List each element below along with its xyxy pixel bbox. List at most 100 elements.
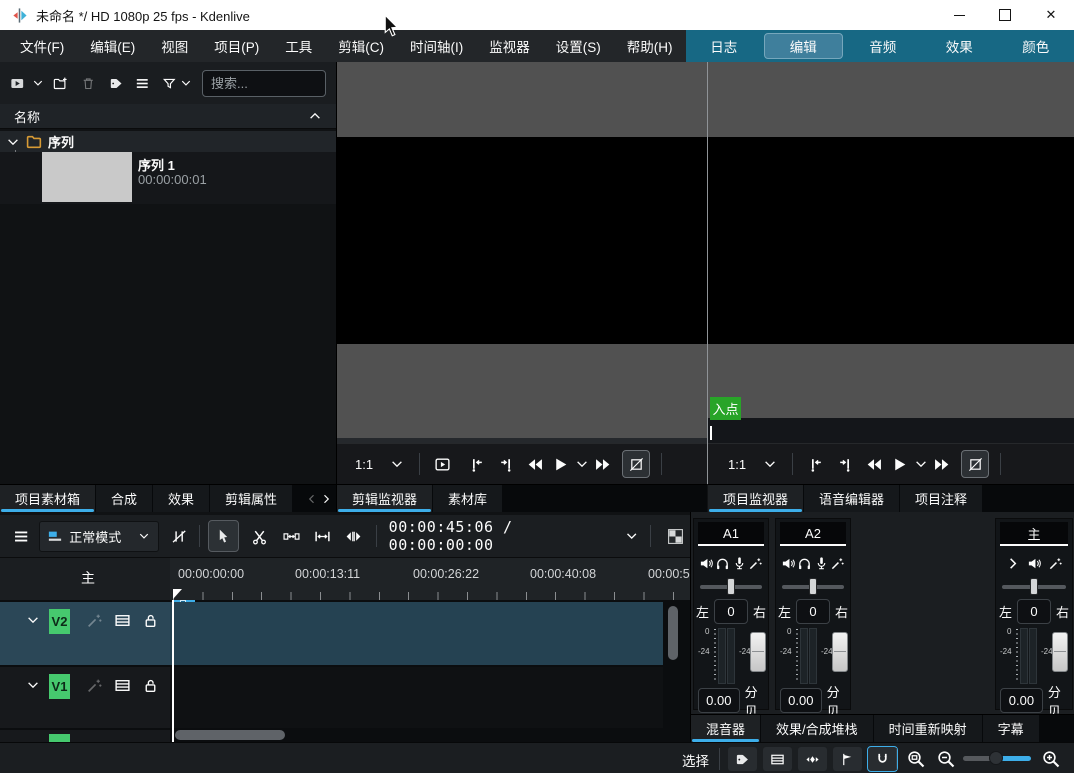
tab-scroll-right-icon[interactable]: [320, 493, 332, 505]
zoom-out-icon[interactable]: [936, 749, 956, 769]
show-markers-button[interactable]: [727, 746, 758, 772]
expander-chevron-icon[interactable]: [6, 135, 20, 149]
volume-slider[interactable]: [832, 632, 848, 672]
focus-monitor-icon[interactable]: [434, 456, 451, 473]
tag-icon[interactable]: [109, 75, 124, 92]
track-v2-header[interactable]: V2: [0, 602, 170, 665]
volume-slider[interactable]: [750, 632, 766, 672]
effects-wand-icon[interactable]: [830, 556, 845, 571]
menu-clip[interactable]: 剪辑(C): [325, 36, 397, 56]
zone-in-icon[interactable]: [807, 456, 824, 473]
menu-view[interactable]: 视图: [148, 36, 201, 56]
timeline-zoom-slider[interactable]: [963, 756, 1031, 761]
show-comments-button[interactable]: [832, 746, 863, 772]
ripple-tool-button[interactable]: [308, 521, 337, 551]
zoom-fit-icon[interactable]: [906, 749, 926, 769]
db-value[interactable]: 0.00: [698, 688, 740, 713]
tab-speech-editor[interactable]: 语音编辑器: [804, 485, 899, 512]
menu-settings[interactable]: 设置(S): [543, 36, 614, 56]
pan-value[interactable]: 0: [796, 599, 830, 624]
track-v1-badge[interactable]: V1: [49, 674, 70, 699]
razor-tool-button[interactable]: [245, 521, 274, 551]
mixed-thumbnails-button[interactable]: [661, 521, 690, 551]
slip-tool-button[interactable]: [339, 521, 368, 551]
tab-effects[interactable]: 效果: [153, 485, 209, 512]
filter-chevron-icon[interactable]: [180, 76, 192, 90]
pan-value[interactable]: 0: [1017, 599, 1051, 624]
audio-thumbnails-button[interactable]: [797, 746, 828, 772]
fast-forward-icon[interactable]: [595, 456, 612, 473]
fast-forward-icon[interactable]: [934, 456, 951, 473]
workspace-tab-color[interactable]: 颜色: [998, 30, 1074, 62]
track-collapse-chevron-icon[interactable]: [26, 678, 40, 692]
timeline-menu-icon[interactable]: [13, 528, 29, 545]
playhead-flag[interactable]: [173, 589, 182, 599]
timeline-playhead[interactable]: [172, 600, 174, 742]
record-mic-icon[interactable]: [814, 556, 829, 571]
monitor-headphones-icon[interactable]: [715, 556, 730, 571]
zone-mode-button[interactable]: [961, 450, 989, 478]
effects-wand-icon[interactable]: [748, 556, 763, 571]
volume-slider[interactable]: [1052, 632, 1068, 672]
zoom-chevron-icon[interactable]: [763, 457, 777, 471]
tab-compositions[interactable]: 合成: [96, 485, 152, 512]
zone-in-icon[interactable]: [468, 456, 485, 473]
mute-speaker-icon[interactable]: [699, 556, 714, 571]
tab-scroll-left-icon[interactable]: [306, 493, 318, 505]
pan-slider[interactable]: [700, 577, 762, 596]
zoom-chevron-icon[interactable]: [390, 457, 404, 471]
timeline-master-corner[interactable]: 主: [0, 558, 170, 600]
workspace-tab-logging[interactable]: 日志: [686, 30, 763, 62]
timecode-chevron-icon[interactable]: [625, 529, 638, 543]
menu-monitor[interactable]: 监视器: [476, 36, 543, 56]
workspace-tab-audio[interactable]: 音频: [845, 30, 922, 62]
play-icon[interactable]: [552, 456, 569, 473]
track-v2-lane[interactable]: [170, 602, 663, 665]
clip-row-sequence1[interactable]: 序列 1 00:00:00:01: [0, 152, 336, 204]
track-effects-icon[interactable]: [86, 677, 103, 694]
rewind-icon[interactable]: [865, 456, 882, 473]
add-clip-menu-chevron-icon[interactable]: [32, 76, 44, 90]
menu-project[interactable]: 项目(P): [201, 36, 272, 56]
pan-slider[interactable]: [1002, 577, 1066, 596]
monitor-playhead[interactable]: [710, 426, 712, 440]
pan-slider[interactable]: [782, 577, 844, 596]
tab-effect-stack[interactable]: 效果/合成堆栈: [761, 715, 873, 742]
minimize-button[interactable]: [936, 0, 982, 30]
tab-subtitles[interactable]: 字幕: [983, 715, 1039, 742]
db-value[interactable]: 0.00: [1000, 688, 1043, 713]
edit-mode-dropdown[interactable]: 正常模式: [39, 521, 159, 552]
track-thumbnails-icon[interactable]: [114, 677, 131, 694]
track-v1-lane[interactable]: [170, 667, 663, 728]
play-menu-chevron-icon[interactable]: [914, 457, 928, 471]
folder-row-sequences[interactable]: 序列: [0, 131, 336, 152]
track-partial-header[interactable]: [0, 730, 170, 742]
menu-help[interactable]: 帮助(H): [614, 36, 686, 56]
pan-value[interactable]: 0: [714, 599, 748, 624]
video-thumbnails-button[interactable]: [762, 746, 793, 772]
play-menu-chevron-icon[interactable]: [575, 457, 589, 471]
filter-icon[interactable]: [162, 75, 177, 92]
pan-handle[interactable]: [809, 578, 817, 595]
tab-time-remap[interactable]: 时间重新映射: [874, 715, 982, 742]
expand-chevron-icon[interactable]: [1005, 556, 1020, 571]
track-v2-badge[interactable]: V2: [49, 609, 70, 634]
collapse-header-chevron-icon[interactable]: [308, 109, 322, 123]
tab-clip-properties[interactable]: 剪辑属性: [210, 485, 292, 512]
menu-edit[interactable]: 编辑(E): [77, 36, 148, 56]
tab-project-notes[interactable]: 项目注释: [900, 485, 982, 512]
track-v1-header[interactable]: V1: [0, 667, 170, 728]
snap-button[interactable]: [867, 746, 898, 772]
tab-project-monitor[interactable]: 项目监视器: [708, 485, 803, 512]
zone-out-icon[interactable]: [837, 456, 854, 473]
track-thumbnails-icon[interactable]: [114, 612, 131, 629]
menu-timeline[interactable]: 时间轴(I): [397, 36, 476, 56]
track-lock-icon[interactable]: [142, 677, 159, 694]
timeline-ruler[interactable]: 00:00:00:00 00:00:13:11 00:00:26:22 00:0…: [170, 558, 690, 600]
effects-wand-icon[interactable]: [1048, 556, 1063, 571]
delete-icon[interactable]: [81, 75, 96, 92]
search-input[interactable]: [202, 70, 326, 97]
track-effects-icon[interactable]: [86, 612, 103, 629]
close-button[interactable]: ✕: [1028, 0, 1074, 30]
pan-handle[interactable]: [1030, 578, 1038, 595]
